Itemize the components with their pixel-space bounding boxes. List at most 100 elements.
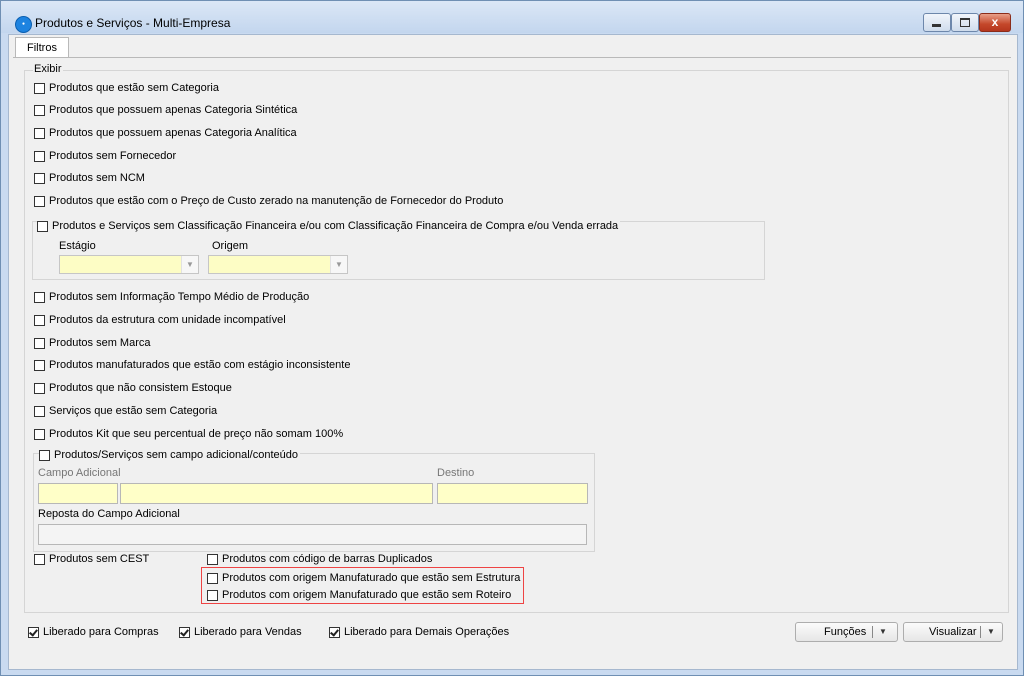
checkbox-categoria-sintetica[interactable]: Produtos que possuem apenas Categoria Si… <box>34 104 297 116</box>
checkbox-box[interactable] <box>207 553 218 565</box>
separator <box>980 626 981 638</box>
checkbox-label: Produtos Kit que seu percentual de preço… <box>49 428 344 440</box>
checkbox-label: Produtos sem Fornecedor <box>49 150 177 162</box>
checkbox-categoria-analitica[interactable]: Produtos que possuem apenas Categoria An… <box>34 127 297 139</box>
campo-adicional-desc-input[interactable] <box>120 483 433 504</box>
funcoes-button[interactable]: Funções ▼ <box>795 622 898 642</box>
checkbox-box[interactable] <box>34 405 45 417</box>
visualizar-label: Visualizar <box>929 626 977 638</box>
checkbox-sem-campo-adicional[interactable]: Produtos/Serviços sem campo adicional/co… <box>39 449 300 461</box>
checkbox-label: Produtos sem CEST <box>49 553 150 565</box>
origem-select[interactable]: ▼ <box>208 255 348 274</box>
checkbox-label: Liberado para Vendas <box>194 626 302 638</box>
checkbox-manufaturado-sem-estrutura[interactable]: Produtos com origem Manufaturado que est… <box>207 572 520 584</box>
checkbox-box[interactable] <box>34 127 45 139</box>
visualizar-button[interactable]: Visualizar ▼ <box>903 622 1003 642</box>
close-button[interactable]: x <box>979 13 1011 32</box>
exibir-legend: Exibir <box>33 63 63 75</box>
checkbox-box[interactable] <box>34 104 45 116</box>
close-icon: x <box>991 15 999 29</box>
checkbox-sem-ncm[interactable]: Produtos sem NCM <box>34 172 145 184</box>
checkbox-box[interactable] <box>34 428 45 440</box>
chevron-down-icon[interactable]: ▼ <box>181 256 198 273</box>
checkbox-label: Produtos com origem Manufaturado que est… <box>222 572 521 584</box>
checkbox-sem-fornecedor[interactable]: Produtos sem Fornecedor <box>34 150 176 162</box>
tab-panel-filtros: Exibir Produtos que estão sem Categoria … <box>13 57 1011 666</box>
estagio-select[interactable]: ▼ <box>59 255 199 274</box>
checkbox-label: Produtos que possuem apenas Categoria Si… <box>49 104 298 116</box>
checkbox-label: Liberado para Compras <box>43 626 159 638</box>
checkbox-liberado-demais-operacoes[interactable]: Liberado para Demais Operações <box>329 626 509 638</box>
resposta-campo-adicional-input[interactable] <box>38 524 587 545</box>
checkbox-box[interactable] <box>34 359 45 371</box>
checkbox-codigo-barras-duplicados[interactable]: Produtos com código de barras Duplicados <box>207 553 432 565</box>
checkbox-label: Produtos com origem Manufaturado que est… <box>222 589 512 601</box>
checkbox-label: Produtos da estrutura com unidade incomp… <box>49 314 286 326</box>
client-area: Filtros Exibir Produtos que estão sem Ca… <box>8 34 1018 670</box>
checkbox-label: Produtos sem Marca <box>49 337 151 349</box>
checkbox-kit-percentual[interactable]: Produtos Kit que seu percentual de preço… <box>34 428 343 440</box>
checkbox-box[interactable] <box>28 626 39 638</box>
checkbox-box[interactable] <box>179 626 190 638</box>
tab-filtros[interactable]: Filtros <box>15 37 69 58</box>
main-window: ● Produtos e Serviços - Multi-Empresa x … <box>0 0 1024 676</box>
checkbox-box[interactable] <box>34 337 45 349</box>
checkbox-label: Produtos que não consistem Estoque <box>49 382 232 394</box>
checkbox-label: Produtos com código de barras Duplicados <box>222 553 433 565</box>
funcoes-label: Funções <box>824 626 867 638</box>
checkbox-label: Produtos que possuem apenas Categoria An… <box>49 127 297 139</box>
checkbox-sem-classificacao-financeira[interactable]: Produtos e Serviços sem Classificação Fi… <box>37 220 621 232</box>
checkbox-box[interactable] <box>39 449 50 461</box>
resposta-campo-adicional-label: Reposta do Campo Adicional <box>38 508 180 520</box>
maximize-button[interactable] <box>951 13 979 32</box>
checkbox-nao-consistem-estoque[interactable]: Produtos que não consistem Estoque <box>34 382 232 394</box>
checkbox-box[interactable] <box>34 172 45 184</box>
chevron-down-icon[interactable]: ▼ <box>330 256 347 273</box>
checkbox-label: Produtos sem Informação Tempo Médio de P… <box>49 291 310 303</box>
checkbox-label: Produtos/Serviços sem campo adicional/co… <box>54 449 298 461</box>
destino-input[interactable] <box>437 483 588 504</box>
checkbox-box[interactable] <box>37 220 48 232</box>
checkbox-box[interactable] <box>329 626 340 638</box>
checkbox-estagio-inconsistente[interactable]: Produtos manufaturados que estão com est… <box>34 359 350 371</box>
chevron-down-icon[interactable]: ▼ <box>879 623 887 641</box>
checkbox-box[interactable] <box>34 291 45 303</box>
destino-label: Destino <box>437 467 475 479</box>
checkbox-unidade-incompativel[interactable]: Produtos da estrutura com unidade incomp… <box>34 314 286 326</box>
checkbox-label: Produtos que estão com o Preço de Custo … <box>49 195 504 207</box>
checkbox-servicos-sem-categoria[interactable]: Serviços que estão sem Categoria <box>34 405 217 417</box>
checkbox-box[interactable] <box>34 553 45 565</box>
checkbox-tempo-medio-producao[interactable]: Produtos sem Informação Tempo Médio de P… <box>34 291 309 303</box>
estagio-label: Estágio <box>59 240 96 252</box>
minimize-button[interactable] <box>923 13 951 32</box>
checkbox-box[interactable] <box>207 589 218 601</box>
checkbox-liberado-vendas[interactable]: Liberado para Vendas <box>179 626 302 638</box>
checkbox-preco-custo-zerado[interactable]: Produtos que estão com o Preço de Custo … <box>34 195 503 207</box>
checkbox-label: Liberado para Demais Operações <box>344 626 510 638</box>
chevron-down-icon[interactable]: ▼ <box>987 623 995 641</box>
checkbox-sem-categoria[interactable]: Produtos que estão sem Categoria <box>34 82 219 94</box>
checkbox-label: Produtos e Serviços sem Classificação Fi… <box>52 220 619 232</box>
checkbox-label: Produtos que estão sem Categoria <box>49 82 219 94</box>
checkbox-box[interactable] <box>207 572 218 584</box>
app-logo-icon: ● <box>15 16 32 33</box>
checkbox-label: Serviços que estão sem Categoria <box>49 405 218 417</box>
checkbox-box[interactable] <box>34 82 45 94</box>
origem-label: Origem <box>212 240 249 252</box>
window-title: Produtos e Serviços - Multi-Empresa <box>35 16 231 30</box>
checkbox-sem-cest[interactable]: Produtos sem CEST <box>34 553 149 565</box>
checkbox-box[interactable] <box>34 382 45 394</box>
checkbox-sem-marca[interactable]: Produtos sem Marca <box>34 337 150 349</box>
campo-adicional-label: Campo Adicional <box>38 467 121 479</box>
campo-adicional-code-input[interactable] <box>38 483 118 504</box>
checkbox-box[interactable] <box>34 195 45 207</box>
checkbox-box[interactable] <box>34 150 45 162</box>
checkbox-liberado-compras[interactable]: Liberado para Compras <box>28 626 159 638</box>
checkbox-box[interactable] <box>34 314 45 326</box>
checkbox-label: Produtos sem NCM <box>49 172 145 184</box>
maximize-icon <box>960 18 970 27</box>
separator <box>872 626 873 638</box>
checkbox-label: Produtos manufaturados que estão com est… <box>49 359 351 371</box>
checkbox-manufaturado-sem-roteiro[interactable]: Produtos com origem Manufaturado que est… <box>207 589 511 601</box>
title-bar[interactable]: ● Produtos e Serviços - Multi-Empresa x <box>1 1 1023 33</box>
